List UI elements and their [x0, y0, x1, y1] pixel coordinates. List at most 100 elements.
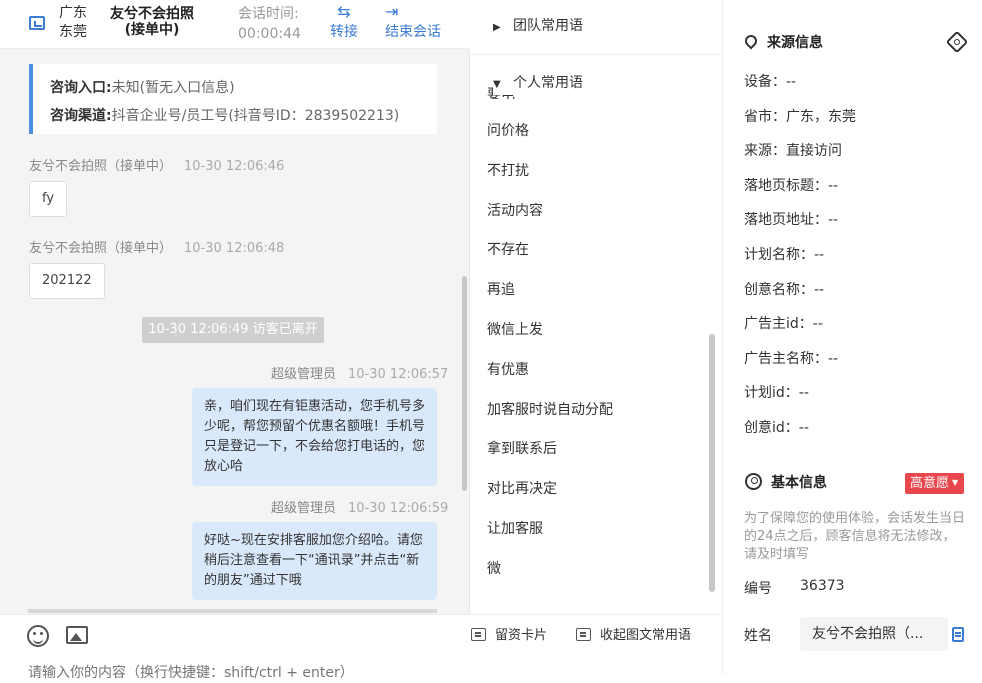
name-field[interactable]: 友兮不会拍照（... [800, 617, 948, 651]
number-label: 编号 [744, 581, 772, 597]
edit-hint: 为了保障您的使用体验，会话发生当日的24点之后，顾客信息将无法修改，请及时填写 [744, 511, 966, 562]
system-notice: 10-30 12:06:49 访客已离开 [142, 317, 324, 343]
visitor-name: 友兮不会拍照 (接单中) [110, 6, 194, 38]
transfer-icon: ⇆ [337, 2, 351, 21]
message-sender: 友兮不会拍照（接单中） [29, 159, 173, 174]
phrase-item[interactable]: 拿到联系后 [487, 430, 697, 470]
caret-right-icon: ▶ [493, 22, 501, 33]
source-row-plan-name: 计划名称：-- [744, 246, 825, 263]
source-row-creative-name: 创意名称：-- [744, 281, 825, 298]
card-icon [471, 628, 486, 641]
message-sender: 超级管理员 [271, 367, 337, 382]
intent-dropdown[interactable]: 高意愿 ▼ [905, 473, 965, 494]
source-row-region: 省市：广东，东莞 [744, 108, 856, 125]
phrase-item[interactable]: 加客服时说自动分配 [487, 391, 697, 431]
message-time: 10-30 12:06:46 [184, 159, 285, 174]
session-time-label: 会话时间: [238, 6, 299, 22]
message-meta: 友兮不会拍照（接单中） 10-30 12:06:48 [29, 237, 284, 256]
caret-down-icon: ▼ [493, 79, 501, 90]
location-province: 广东 [59, 5, 87, 21]
source-row-creative-id: 创意id：-- [744, 419, 809, 436]
exit-icon: ⇥ [385, 2, 399, 21]
phrase-item[interactable]: 有优惠 [487, 351, 697, 391]
source-info-title: 来源信息 [742, 32, 823, 53]
phrase-item[interactable]: 让加客服 [487, 510, 697, 550]
visitor-name-text: 友兮不会拍照 [110, 6, 194, 22]
phrases-icon [576, 628, 591, 641]
transfer-button[interactable]: ⇆ 转接 [330, 2, 358, 42]
phrase-item[interactable]: 活动内容 [487, 192, 697, 232]
phrase-item[interactable]: 问价格 [487, 112, 697, 152]
end-session-button[interactable]: ⇥ 结束会话 [385, 2, 441, 42]
message-bubble-visitor: 202122 [29, 263, 105, 299]
consult-entry-row: 咨询入口:未知(暂无入口信息) [50, 74, 437, 102]
phrase-item[interactable]: 再追 [487, 271, 697, 311]
location-pin-icon [742, 32, 760, 50]
copy-icon[interactable] [952, 627, 964, 642]
phrase-item[interactable]: 微 [487, 550, 697, 590]
source-row-landing-title: 落地页标题：-- [744, 177, 839, 194]
message-time: 10-30 12:06:57 [348, 367, 449, 382]
quick-phrase-panel: ▶团队常用语 要电话 ▼个人常用语 问价格 不打扰 活动内容 不存在 再追 微信… [471, 0, 721, 614]
source-row-advertiser-name: 广告主名称：-- [744, 350, 839, 367]
chat-scrollbar[interactable] [462, 276, 467, 491]
visitor-status-text: (接单中) [124, 22, 180, 38]
basic-info-title: 基本信息 [745, 473, 827, 493]
collapse-phrases-label: 收起图文常用语 [600, 628, 692, 643]
user-icon [745, 473, 762, 490]
visitor-location: 广东 东莞 [59, 4, 87, 42]
consult-channel-value: 抖音企业号/员工号(抖音号ID：2839502213) [111, 108, 400, 124]
source-row-advertiser-id: 广告主id：-- [744, 316, 823, 333]
phrase-item[interactable]: 不打扰 [487, 152, 697, 192]
source-row-landing-url: 落地页地址：-- [744, 212, 839, 229]
phrase-item[interactable]: 不存在 [487, 231, 697, 271]
settings-icon[interactable] [945, 30, 969, 54]
source-info-list: 设备：-- 省市：广东，东莞 来源：直接访问 落地页标题：-- 落地页地址：--… [744, 65, 856, 446]
leave-card-label: 留资卡片 [495, 628, 548, 643]
team-phrases-group[interactable]: ▶ 团队常用语 [493, 16, 583, 38]
consult-entry-label: 咨询入口: [50, 80, 112, 96]
image-icon[interactable] [66, 626, 88, 644]
leave-card-button[interactable]: 留资卡片 [471, 626, 547, 646]
message-meta: 超级管理员 10-30 12:06:57 [271, 363, 448, 382]
group-divider [471, 54, 721, 55]
session-time-value: 00:00:44 [238, 26, 301, 42]
consult-channel-row: 咨询渠道:抖音企业号/员工号(抖音号ID：2839502213) [50, 102, 437, 130]
transfer-label: 转接 [330, 24, 358, 40]
message-input[interactable] [28, 663, 668, 683]
personal-phrases-label: 个人常用语 [513, 75, 583, 91]
message-meta: 超级管理员 10-30 12:06:59 [271, 497, 448, 516]
monitor-icon [29, 16, 45, 30]
source-row-device: 设备：-- [744, 74, 797, 90]
message-sender: 友兮不会拍照（接单中） [29, 241, 173, 256]
consult-info-card: 咨询入口:未知(暂无入口信息) 咨询渠道:抖音企业号/员工号(抖音号ID：283… [29, 64, 437, 134]
message-time: 10-30 12:06:48 [184, 241, 285, 256]
session-time: 会话时间: 00:00:44 [238, 4, 301, 44]
source-row-plan-id: 计划id：-- [744, 385, 809, 402]
input-area: 留资卡片 收起图文常用语 [0, 614, 721, 683]
end-session-label: 结束会话 [385, 24, 441, 40]
phrase-item[interactable]: 微信上发 [487, 311, 697, 351]
basic-info-label: 基本信息 [771, 475, 827, 491]
chat-header: 广东 东莞 友兮不会拍照 (接单中) 会话时间: 00:00:44 ⇆ 转接 ⇥… [0, 0, 470, 49]
collapse-phrases-button[interactable]: 收起图文常用语 [576, 626, 691, 646]
message-sender: 超级管理员 [271, 501, 337, 516]
phrase-list: 问价格 不打扰 活动内容 不存在 再追 微信上发 有优惠 加客服时说自动分配 拿… [487, 112, 697, 590]
message-meta: 友兮不会拍照（接单中） 10-30 12:06:46 [29, 155, 284, 174]
message-bubble-agent: 亲，咱们现在有钜惠活动，您手机号多少呢，帮您预留个优惠名额哦！手机号只是登记一下… [192, 388, 437, 486]
personal-phrases-group[interactable]: ▼ 个人常用语 [493, 73, 693, 95]
team-phrases-label: 团队常用语 [513, 18, 583, 34]
source-info-label: 来源信息 [767, 35, 823, 51]
source-row-origin: 来源：直接访问 [744, 143, 842, 160]
phrase-scrollbar[interactable] [709, 334, 715, 592]
chat-panel: 广东 东莞 友兮不会拍照 (接单中) 会话时间: 00:00:44 ⇆ 转接 ⇥… [0, 0, 470, 674]
consult-entry-value: 未知(暂无入口信息) [111, 80, 235, 96]
message-time: 10-30 12:06:59 [348, 501, 449, 516]
caret-down-icon: ▼ [952, 478, 959, 487]
emoji-icon[interactable] [27, 625, 49, 647]
message-bubble-agent: 好哒~现在安排客服加您介绍哈。请您稍后注意查看一下“通讯录”并点击“新的朋友”通… [192, 522, 437, 600]
name-label: 姓名 [744, 628, 772, 644]
phrase-item[interactable]: 对比再决定 [487, 470, 697, 510]
intent-label: 高意愿 [910, 476, 950, 491]
chat-divider [28, 609, 437, 613]
